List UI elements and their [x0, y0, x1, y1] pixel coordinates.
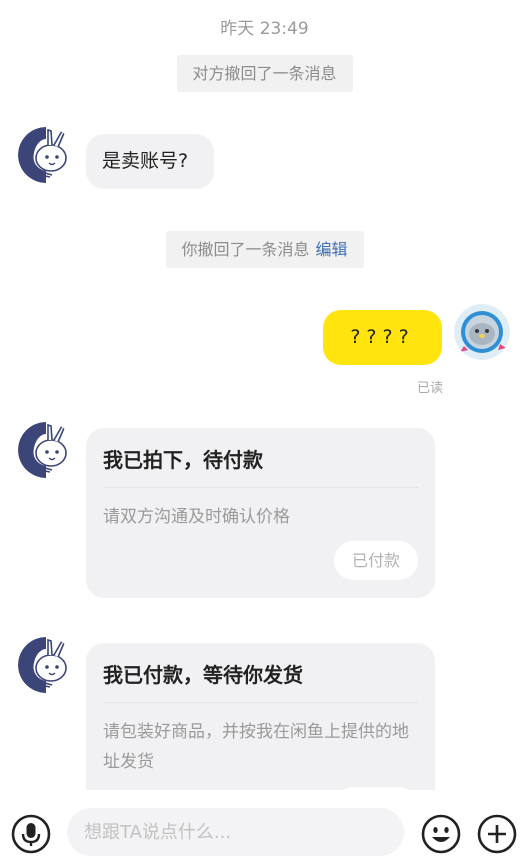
rabbit-avatar-icon: [18, 422, 74, 478]
avatar[interactable]: [18, 127, 74, 183]
message-timestamp: 昨天 23:49: [220, 19, 309, 39]
card-description: 请双方沟通及时确认价格: [103, 507, 290, 527]
avatar[interactable]: [18, 637, 74, 693]
chat-message-list[interactable]: 昨天 23:49 对方撤回了一条消息 是卖账号? 你撤回了一条消息 编辑 ????: [0, 0, 529, 790]
message-bubble-self[interactable]: ????: [323, 310, 442, 365]
message-text: ????: [350, 326, 415, 348]
retracted-notice-text: 你撤回了一条消息: [181, 240, 310, 259]
message-text: 是卖账号?: [102, 150, 189, 172]
retracted-notice-self: 你撤回了一条消息 编辑: [165, 231, 364, 268]
message-input[interactable]: [67, 808, 404, 856]
emoji-icon[interactable]: [421, 814, 461, 854]
seal-avatar-icon: [454, 304, 510, 360]
paid-button[interactable]: 已付款: [334, 541, 418, 580]
retracted-notice-other: 对方撤回了一条消息: [176, 55, 353, 92]
order-status-card[interactable]: 我已付款，等待你发货 请包装好商品，并按我在闲鱼上提供的地址发货: [86, 643, 435, 790]
avatar-self[interactable]: [454, 304, 510, 360]
rabbit-avatar-icon: [18, 127, 74, 183]
message-input-bar: [0, 790, 529, 858]
rabbit-avatar-icon: [18, 637, 74, 693]
card-title: 我已拍下，待付款: [103, 428, 418, 488]
order-status-card[interactable]: 我已拍下，待付款 请双方沟通及时确认价格 已付款: [86, 428, 435, 598]
microphone-icon[interactable]: [11, 814, 51, 854]
edit-link[interactable]: 编辑: [316, 240, 348, 259]
plus-icon[interactable]: [477, 814, 517, 854]
message-bubble-other[interactable]: 是卖账号?: [86, 134, 215, 189]
retracted-notice-text: 对方撤回了一条消息: [192, 64, 337, 83]
card-title: 我已付款，等待你发货: [103, 643, 418, 703]
read-status: 已读: [416, 381, 443, 396]
avatar[interactable]: [18, 422, 74, 478]
card-description: 请包装好商品，并按我在闲鱼上提供的地址发货: [103, 722, 409, 772]
